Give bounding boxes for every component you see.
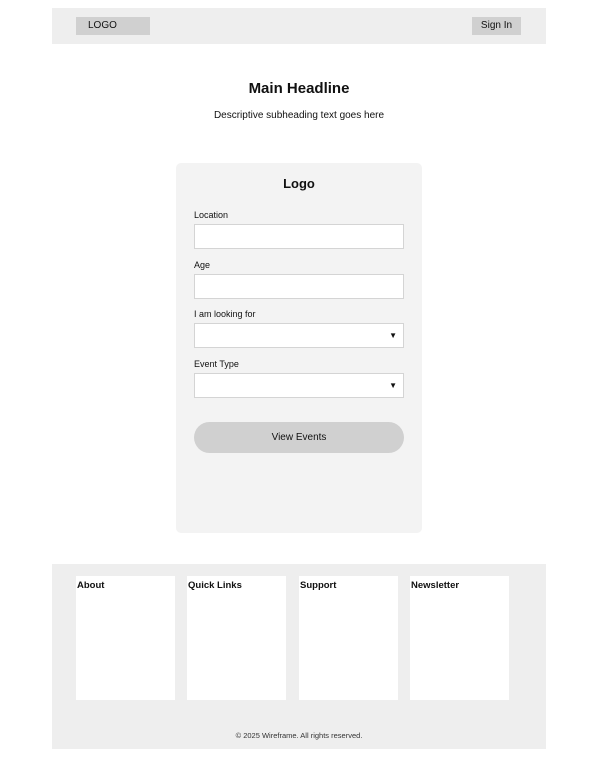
- sign-in-button[interactable]: Sign In: [472, 17, 521, 35]
- footer-column-newsletter: Newsletter: [410, 576, 509, 700]
- location-label: Location: [194, 210, 229, 220]
- event-type-label: Event Type: [194, 359, 239, 369]
- footer-column-title: About: [77, 580, 105, 591]
- form-logo: Logo: [283, 176, 315, 191]
- age-label: Age: [194, 260, 211, 270]
- looking-for-select[interactable]: ▼: [194, 323, 404, 348]
- footer-column-title: Newsletter: [411, 580, 460, 591]
- footer-column-about: About: [76, 576, 175, 700]
- view-events-button[interactable]: View Events: [194, 422, 404, 453]
- chevron-down-icon: ▼: [389, 381, 397, 390]
- event-type-select[interactable]: ▼: [194, 373, 404, 398]
- header-logo[interactable]: LOGO: [76, 17, 150, 35]
- footer-column-title: Quick Links: [188, 580, 242, 591]
- age-input[interactable]: [194, 274, 404, 299]
- looking-for-label: I am looking for: [194, 309, 256, 319]
- chevron-down-icon: ▼: [389, 331, 397, 340]
- search-form-card: Logo Location Age I am looking for ▼ Eve…: [176, 163, 422, 533]
- footer-column-quick-links: Quick Links: [187, 576, 286, 700]
- page-title: Main Headline: [248, 80, 350, 97]
- footer: About Quick Links Support Newsletter © 2…: [52, 564, 546, 749]
- footer-column-support: Support: [299, 576, 398, 700]
- copyright-text: © 2025 Wireframe. All rights reserved.: [235, 731, 363, 740]
- header-bar: LOGO Sign In: [52, 8, 546, 44]
- location-input[interactable]: [194, 224, 404, 249]
- page-subtitle: Descriptive subheading text goes here: [213, 110, 385, 121]
- footer-column-title: Support: [300, 580, 337, 591]
